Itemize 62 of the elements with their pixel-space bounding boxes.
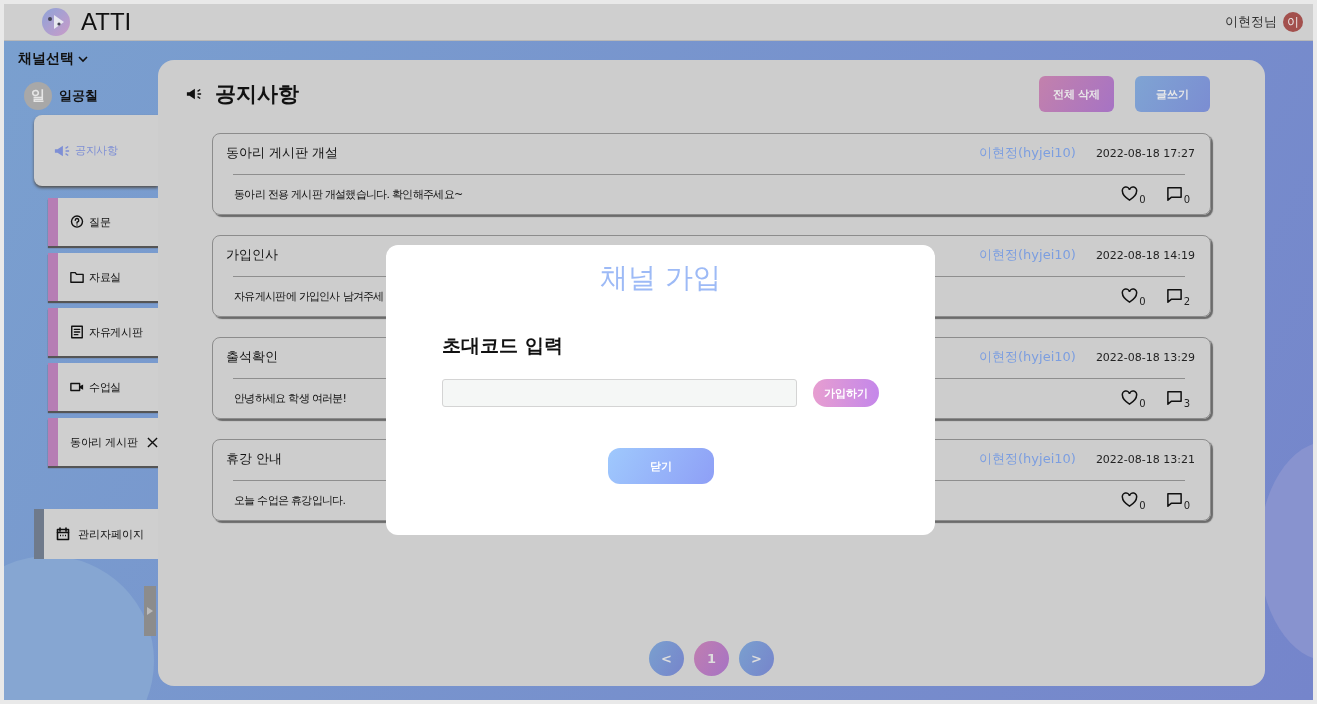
folder-icon — [70, 270, 84, 284]
sidebar-item[interactable]: 자유게시판 — [48, 308, 158, 356]
post-date: 2022-08-18 17:27 — [1095, 146, 1195, 160]
chevron-down-icon — [78, 55, 88, 63]
admin-link[interactable]: 관리자페이지 — [34, 509, 158, 559]
post-date: 2022-08-18 13:29 — [1095, 350, 1195, 364]
invite-code-label: 초대코드 입력 — [442, 333, 563, 358]
post-author: 이현정(hyjei10) — [979, 348, 1076, 366]
post-author: 이현정(hyjei10) — [979, 246, 1076, 264]
delete-all-button[interactable]: 전체 삭제 — [1039, 76, 1114, 112]
video-camera-icon — [70, 380, 84, 394]
sidebar-item[interactable]: 자료실 — [48, 253, 158, 301]
like-count: 0 — [1139, 296, 1146, 307]
channel-name: 일공칠 — [59, 87, 98, 105]
post-date: 2022-08-18 14:19 — [1095, 248, 1195, 262]
heart-icon[interactable] — [1121, 492, 1139, 508]
post-body: 자유게시판에 가입인사 남겨주세 — [234, 288, 384, 304]
channel-avatar: 일 — [24, 82, 52, 110]
close-icon[interactable] — [147, 436, 159, 448]
heart-icon[interactable] — [1121, 186, 1139, 202]
comment-icon[interactable] — [1165, 186, 1183, 202]
comment-count: 3 — [1183, 398, 1190, 409]
heart-icon[interactable] — [1121, 288, 1139, 304]
post-title: 가입인사 — [226, 246, 278, 264]
invite-code-field[interactable] — [442, 379, 797, 407]
calendar-icon — [56, 527, 70, 541]
post-title: 동아리 게시판 개설 — [226, 144, 339, 162]
comment-icon[interactable] — [1165, 288, 1183, 304]
like-count: 0 — [1139, 500, 1146, 511]
post-card[interactable]: 동아리 게시판 개설 이현정(hyjei10) 2022-08-18 17:27 동아리 전용 게시판 개설했습니다. 확인해주세요~ 0 0 — [212, 133, 1211, 215]
post-author: 이현정(hyjei10) — [979, 144, 1076, 162]
comment-count: 2 — [1183, 296, 1190, 307]
board-title: 공지사항 — [215, 81, 299, 108]
comment-icon[interactable] — [1165, 492, 1183, 508]
post-body: 안녕하세요 학생 여러분! — [234, 390, 347, 406]
question-icon — [70, 215, 84, 229]
post-body: 동아리 전용 게시판 개설했습니다. 확인해주세요~ — [234, 186, 463, 202]
like-count: 0 — [1139, 398, 1146, 409]
megaphone-icon — [54, 143, 70, 158]
channel-select[interactable]: 채널선택 — [18, 50, 158, 68]
sidebar-item[interactable]: 수업실 — [48, 363, 158, 411]
comment-icon[interactable] — [1165, 390, 1183, 406]
megaphone-icon — [186, 87, 202, 101]
post-title: 휴강 안내 — [226, 450, 283, 468]
comment-count: 0 — [1183, 194, 1190, 205]
sidebar-item[interactable]: 동아리 게시판 — [48, 418, 158, 466]
post-body: 오늘 수업은 휴강입니다. — [234, 492, 346, 508]
sidebar-item[interactable]: 질문 — [48, 198, 158, 246]
dialog-title: 채널 가입 — [600, 260, 721, 296]
user-name: 이현정님 — [1225, 13, 1277, 31]
like-count: 0 — [1139, 194, 1146, 205]
logo-icon[interactable] — [42, 8, 70, 36]
brand-name: ATTI — [81, 8, 132, 36]
triangle-right-icon — [146, 606, 154, 616]
document-icon — [70, 325, 84, 339]
comment-count: 0 — [1183, 500, 1190, 511]
post-author: 이현정(hyjei10) — [979, 450, 1076, 468]
post-title: 출석확인 — [226, 348, 278, 366]
heart-icon[interactable] — [1121, 390, 1139, 406]
collapse-handle[interactable] — [144, 586, 156, 636]
user-avatar[interactable]: 이 — [1283, 12, 1303, 32]
post-date: 2022-08-18 13:21 — [1095, 452, 1195, 466]
